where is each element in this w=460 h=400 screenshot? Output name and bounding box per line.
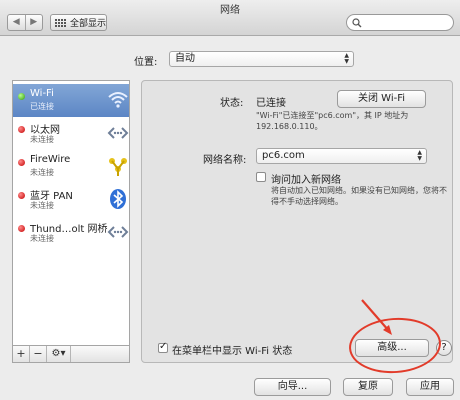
revert-button[interactable]: 复原	[343, 378, 393, 396]
apply-button[interactable]: 应用	[406, 378, 454, 396]
assist-button[interactable]: 向导...	[254, 378, 331, 396]
annotation-arrow-icon	[361, 299, 392, 335]
